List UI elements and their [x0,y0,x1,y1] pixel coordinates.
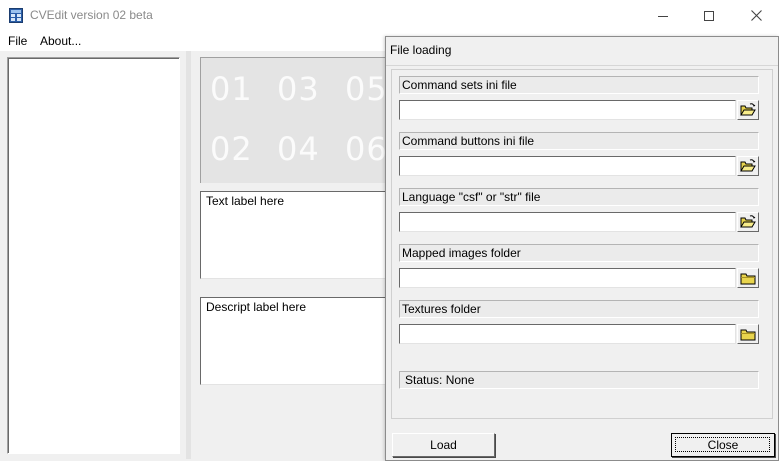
folder-icon [740,273,756,284]
preview-slot: 05 [345,70,388,108]
browse-command-buttons-button[interactable] [737,156,759,176]
preview-slot: 03 [277,70,320,108]
text-label-box: Text label here [200,191,400,279]
close-window-button[interactable] [733,0,779,31]
field-label: Language "csf" or "str" file [402,190,541,204]
focus-rectangle [675,437,770,452]
field-caption-textures: Textures folder [399,300,759,318]
status-text: Status: None [405,373,475,387]
mapped-images-folder-input[interactable] [399,268,736,288]
browse-textures-button[interactable] [737,324,759,344]
textures-folder-input[interactable] [399,324,736,344]
command-sets-input[interactable] [399,100,736,120]
preview-slot: 02 [210,130,253,168]
field-label: Command buttons ini file [402,134,535,148]
field-caption-command-sets: Command sets ini file [399,76,759,94]
panel-splitter[interactable] [186,51,191,459]
close-icon [750,10,762,21]
file-loading-dialog: File loading Command sets ini file Comma… [385,36,779,461]
field-caption-language: Language "csf" or "str" file [399,188,759,206]
dialog-separator [386,65,778,66]
window-title: CVEdit version 02 beta [30,8,153,22]
open-folder-icon [740,215,756,228]
browse-command-sets-button[interactable] [737,100,759,120]
field-label: Mapped images folder [402,246,521,260]
cvedit-app-icon [9,8,23,23]
load-button-label: Load [430,438,457,452]
item-list[interactable] [7,57,180,454]
browse-language-button[interactable] [737,212,759,232]
minimize-icon [658,15,668,17]
title-bar[interactable]: CVEdit version 02 beta [0,0,779,31]
close-button[interactable]: Close [671,433,775,457]
menu-file[interactable]: File [8,34,27,48]
preview-slot: 01 [210,70,253,108]
descript-label: Descript label here [206,300,307,314]
open-folder-icon [740,159,756,172]
main-window: CVEdit version 02 beta File About... 01 … [0,0,779,461]
folder-icon [740,329,756,340]
text-label: Text label here [206,194,285,208]
minimize-button[interactable] [640,0,686,31]
field-label: Textures folder [402,302,481,316]
field-caption-command-buttons: Command buttons ini file [399,132,759,150]
maximize-icon [704,10,714,21]
load-button[interactable]: Load [392,433,495,457]
preview-slot: 06 [345,130,388,168]
preview-slot: 04 [277,130,320,168]
language-file-input[interactable] [399,212,736,232]
field-label: Command sets ini file [402,78,517,92]
button-preview: 01 03 05 02 04 06 [200,57,400,183]
maximize-button[interactable] [686,0,732,31]
menu-about[interactable]: About... [40,34,81,48]
descript-label-box: Descript label here [200,297,400,385]
command-buttons-input[interactable] [399,156,736,176]
open-folder-icon [740,103,756,116]
browse-mapped-images-button[interactable] [737,268,759,288]
field-caption-mapped-images: Mapped images folder [399,244,759,262]
dialog-title: File loading [390,43,452,57]
status-bar: Status: None [399,371,759,389]
